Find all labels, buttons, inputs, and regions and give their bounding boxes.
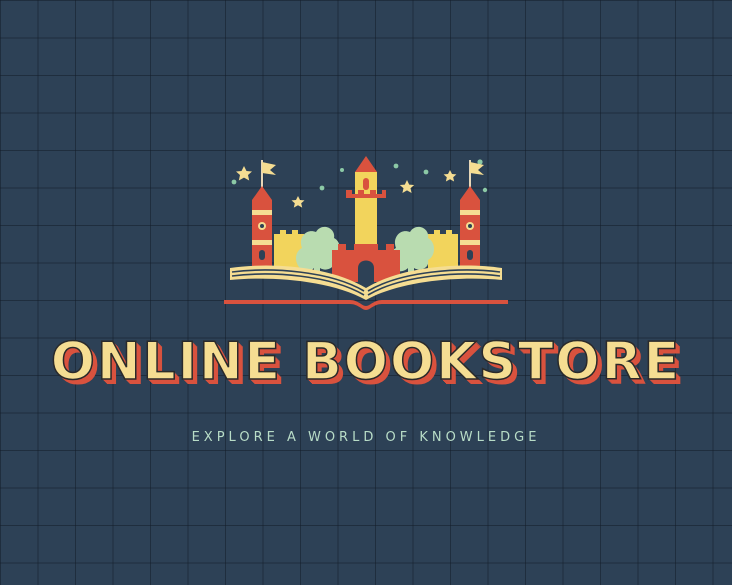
page-title: ONLINE BOOKSTORE [0, 330, 732, 394]
right-tower-icon [460, 160, 484, 270]
logo: ONLINE BOOKSTORE EXPLORE A WORLD OF KNOW… [0, 0, 732, 585]
left-tower-icon [252, 160, 276, 270]
castle-book-emblem-icon [224, 156, 508, 310]
central-castle-icon [332, 156, 400, 282]
tagline: EXPLORE A WORLD OF KNOWLEDGE [191, 430, 541, 445]
title-text: ONLINE BOOKSTORE [50, 331, 682, 393]
